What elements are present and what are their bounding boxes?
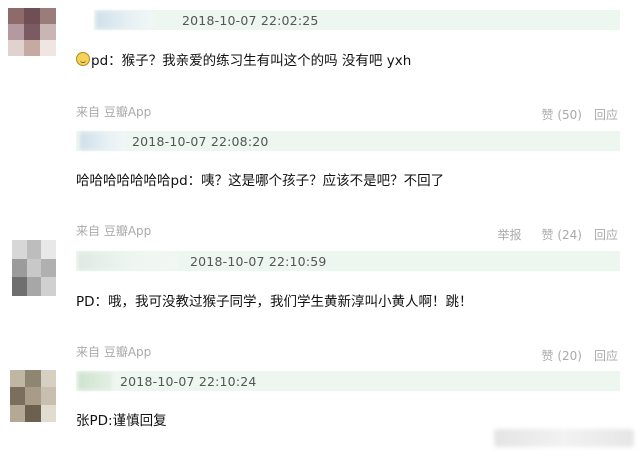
timestamp: 2018-10-07 22:10:24 (120, 374, 257, 389)
comment-4: 2018-10-07 22:10:24 张PD:谨慎回复 (0, 0, 644, 457)
comment-text: 张PD:谨慎回复 (76, 413, 167, 429)
username-blurred[interactable] (78, 372, 112, 390)
watermark-blurred (494, 429, 634, 447)
avatar[interactable] (10, 370, 56, 422)
